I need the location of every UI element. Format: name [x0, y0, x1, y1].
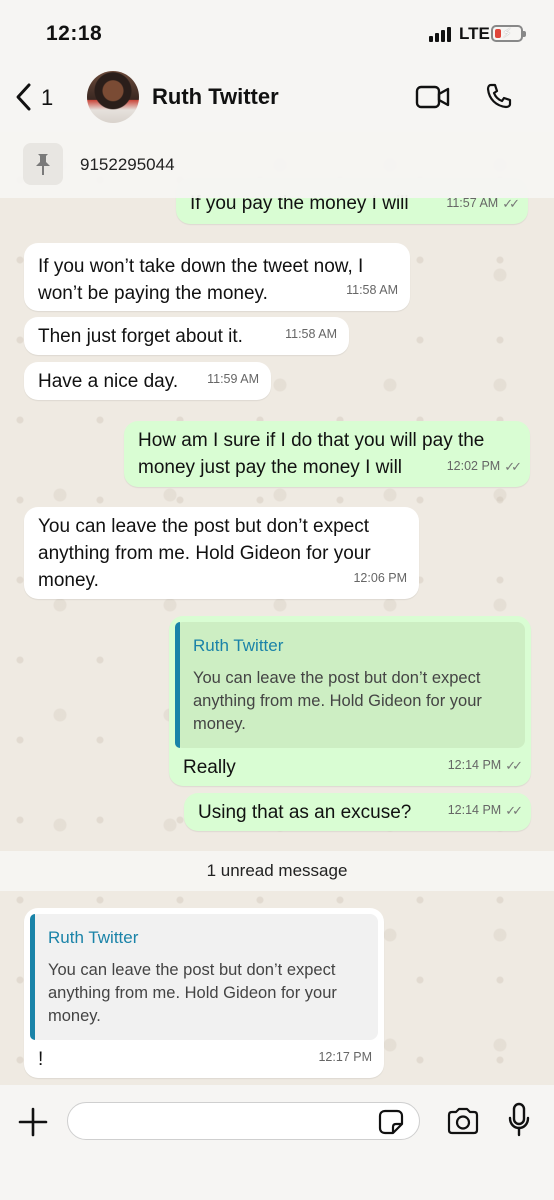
message-meta: 11:59 AM: [207, 372, 259, 386]
read-ticks-icon: ✓✓: [504, 459, 522, 474]
pin-container: [23, 143, 63, 185]
network-type: LTE: [459, 24, 490, 43]
contact-name[interactable]: Ruth Twitter: [152, 84, 279, 110]
message-bubble-incoming[interactable]: Then just forget about it. 11:58 AM: [24, 317, 349, 355]
back-unread-count[interactable]: 1: [41, 85, 53, 111]
avatar[interactable]: [87, 71, 139, 123]
sticker-icon[interactable]: [378, 1109, 404, 1135]
unread-messages-banner: 1 unread message: [0, 851, 554, 891]
message-meta: 12:17 PM: [318, 1050, 372, 1064]
back-chevron-icon[interactable]: [14, 82, 34, 112]
camera-icon[interactable]: [446, 1107, 480, 1135]
chat-header: 1 Ruth Twitter: [0, 62, 554, 132]
message-meta: 11:58 AM: [346, 283, 398, 297]
read-ticks-icon: ✓✓: [505, 803, 523, 818]
signal-icon: [429, 26, 451, 42]
message-bubble-incoming-reply[interactable]: Ruth Twitter You can leave the post but …: [24, 908, 384, 1078]
message-bubble-outgoing[interactable]: How am I sure if I do that you will pay …: [124, 421, 530, 487]
video-call-icon[interactable]: [415, 85, 451, 109]
message-text: If you won’t take down the tweet now, I …: [38, 256, 364, 304]
message-input-bar: [0, 1085, 554, 1200]
status-bar: 12:18 LTE ⚡: [0, 0, 554, 62]
status-time: 12:18: [46, 22, 103, 45]
phone-icon[interactable]: [485, 82, 513, 110]
quoted-message[interactable]: Ruth Twitter You can leave the post but …: [175, 622, 525, 748]
quote-text: You can leave the post but don’t expect …: [48, 961, 337, 1025]
quote-author: Ruth Twitter: [48, 928, 139, 947]
message-text: You can leave the post but don’t expect …: [38, 516, 371, 591]
read-ticks-icon: ✓✓: [505, 758, 523, 773]
mic-icon[interactable]: [507, 1102, 531, 1138]
message-bubble-incoming[interactable]: You can leave the post but don’t expect …: [24, 507, 419, 599]
battery-icon: ⚡: [491, 25, 526, 42]
message-input[interactable]: [67, 1102, 420, 1140]
message-meta: 12:06 PM: [353, 571, 407, 585]
message-bubble-incoming[interactable]: If you won’t take down the tweet now, I …: [24, 243, 410, 311]
quoted-message[interactable]: Ruth Twitter You can leave the post but …: [30, 914, 378, 1040]
message-text: Using that as an excuse?: [198, 802, 412, 823]
message-meta: 12:02 PM ✓✓: [447, 453, 522, 480]
message-text: Then just forget about it.: [38, 326, 243, 347]
quote-text: You can leave the post but don’t expect …: [193, 669, 482, 733]
pinned-text: 9152295044: [80, 155, 175, 174]
message-meta: 11:58 AM: [285, 327, 337, 341]
pin-icon: [36, 154, 50, 175]
message-meta: 12:14 PM ✓✓: [448, 752, 523, 779]
quote-author: Ruth Twitter: [193, 636, 284, 655]
message-bubble-outgoing-reply[interactable]: Ruth Twitter You can leave the post but …: [169, 616, 531, 786]
message-meta: 12:14 PM ✓✓: [448, 797, 523, 824]
message-bubble-outgoing[interactable]: Using that as an excuse? 12:14 PM ✓✓: [184, 793, 531, 831]
message-bubble-incoming[interactable]: Have a nice day. 11:59 AM: [24, 362, 271, 400]
message-text: How am I sure if I do that you will pay …: [138, 430, 485, 478]
message-text: Have a nice day.: [38, 371, 179, 392]
plus-icon[interactable]: [18, 1107, 48, 1137]
pinned-message-bar[interactable]: 9152295044: [0, 132, 554, 198]
